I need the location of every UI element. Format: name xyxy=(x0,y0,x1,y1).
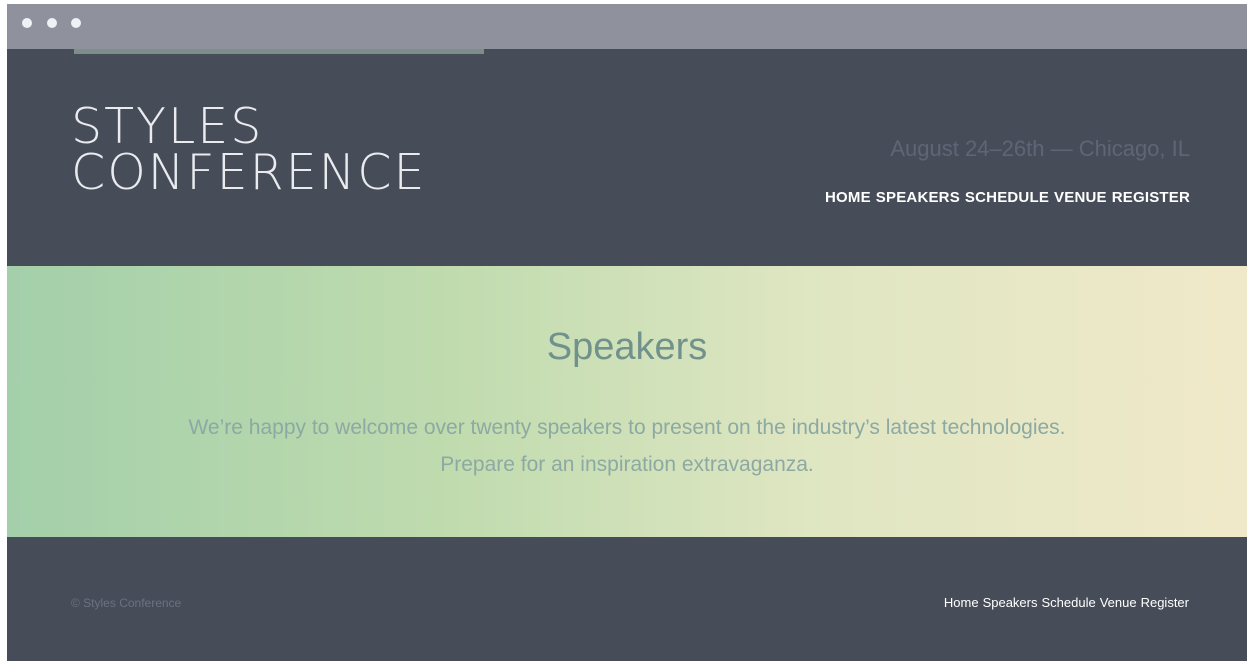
window-dot-icon[interactable] xyxy=(22,18,32,28)
nav-link-register[interactable]: Register xyxy=(1112,189,1190,206)
event-tagline: August 24–26th — Chicago, IL xyxy=(890,136,1190,161)
footer-nav: Home Speakers Schedule Venue Register xyxy=(944,595,1189,610)
footer-link-speakers[interactable]: Speakers xyxy=(983,595,1038,610)
site-footer: © Styles Conference Home Speakers Schedu… xyxy=(7,537,1247,661)
hero-description-line-2: Prepare for an inspiration extravaganza. xyxy=(440,453,814,476)
page-title: Speakers xyxy=(546,326,708,368)
nav-link-home[interactable]: Home xyxy=(825,189,871,206)
hero-section: Speakers We’re happy to welcome over twe… xyxy=(7,266,1247,537)
browser-window: Styles Conference August 24–26th — Chica… xyxy=(7,4,1247,661)
hero-description-line-1: We’re happy to welcome over twenty speak… xyxy=(188,416,1066,439)
primary-nav: Home Speakers Schedule Venue Register xyxy=(825,189,1190,206)
footer-link-venue[interactable]: Venue xyxy=(1100,595,1137,610)
browser-chrome-bar xyxy=(7,4,1247,49)
window-dot-icon[interactable] xyxy=(71,18,81,28)
footer-link-home[interactable]: Home xyxy=(944,595,979,610)
nav-link-venue[interactable]: Venue xyxy=(1054,189,1107,206)
nav-link-schedule[interactable]: Schedule xyxy=(965,189,1049,206)
nav-link-speakers[interactable]: Speakers xyxy=(876,189,960,206)
window-dot-icon[interactable] xyxy=(47,18,57,28)
site-logo[interactable]: Styles Conference xyxy=(71,102,427,201)
logo-line-2: Conference xyxy=(71,144,427,201)
copyright-text: © Styles Conference xyxy=(71,596,182,610)
footer-link-register[interactable]: Register xyxy=(1141,595,1189,610)
site-header: Styles Conference August 24–26th — Chica… xyxy=(7,54,1247,266)
footer-link-schedule[interactable]: Schedule xyxy=(1041,595,1095,610)
hero-description: We’re happy to welcome over twenty speak… xyxy=(7,409,1247,483)
